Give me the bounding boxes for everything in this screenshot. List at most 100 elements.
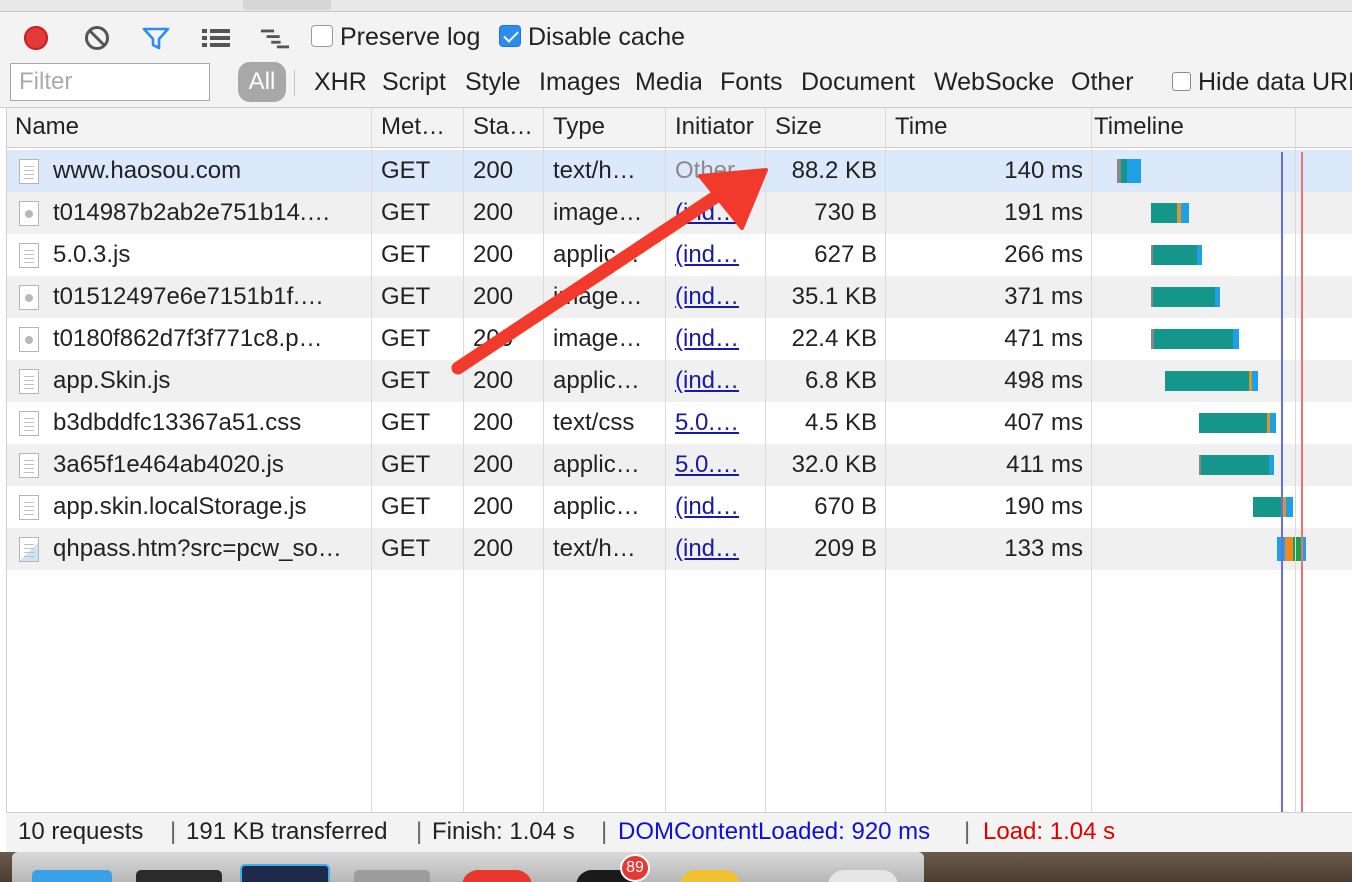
- large-rows-button[interactable]: [201, 24, 231, 52]
- column-header-name[interactable]: Name: [15, 113, 365, 141]
- column-header-type[interactable]: Type: [553, 113, 663, 141]
- table-row[interactable]: t014987b2ab2e751b14.… GET 200 image… (ind… 73…: [7, 192, 1352, 234]
- timeline-bar: [1286, 497, 1293, 517]
- column-divider[interactable]: [371, 108, 372, 812]
- load-time: Load: 1.04 s: [983, 818, 1116, 845]
- filter-type-document[interactable]: Document: [801, 68, 915, 97]
- request-size: 88.2 KB: [791, 157, 877, 184]
- filter-type-websocket[interactable]: WebSocket: [934, 68, 1053, 97]
- filter-toggle-button[interactable]: [141, 24, 171, 52]
- record-icon: [24, 26, 48, 50]
- app-icon[interactable]: [680, 870, 740, 882]
- column-header-size[interactable]: Size: [775, 113, 885, 141]
- column-header-status[interactable]: Status: [473, 113, 539, 141]
- finder-app-icon[interactable]: [32, 870, 112, 882]
- table-row[interactable]: qhpass.htm?src=pcw_so… GET 200 text/h… (ind……: [7, 528, 1352, 570]
- timeline-bar: [1270, 413, 1276, 433]
- column-divider[interactable]: [665, 108, 666, 812]
- table-row[interactable]: t0180f862d7f3f771c8.p… GET 200 image… (ind… 2…: [7, 318, 1352, 360]
- column-divider[interactable]: [543, 108, 544, 812]
- request-initiator[interactable]: 5.0.…: [675, 451, 759, 479]
- record-button[interactable]: [21, 24, 51, 52]
- app-icon[interactable]: [828, 870, 898, 882]
- column-header-method[interactable]: Method: [381, 113, 451, 141]
- request-method: GET: [381, 535, 431, 562]
- filter-divider: [294, 70, 295, 96]
- request-name: t0180f862d7f3f771c8.p…: [53, 325, 323, 352]
- request-initiator[interactable]: (ind…: [675, 241, 759, 269]
- request-initiator[interactable]: (ind…: [675, 367, 759, 395]
- clear-icon: [85, 26, 109, 50]
- timeline-bar: [1165, 371, 1249, 391]
- request-initiator[interactable]: (ind…: [675, 283, 759, 311]
- column-header-timeline[interactable]: Timeline: [1094, 113, 1284, 141]
- column-divider[interactable]: [1091, 108, 1092, 812]
- app-icon[interactable]: [462, 870, 532, 882]
- request-initiator[interactable]: 5.0.…: [675, 409, 759, 437]
- column-divider[interactable]: [885, 108, 886, 812]
- request-initiator: Other: [675, 157, 736, 184]
- request-method: GET: [381, 199, 431, 226]
- table-row[interactable]: app.skin.localStorage.js GET 200 applic… (in…: [7, 486, 1352, 528]
- column-divider[interactable]: [463, 108, 464, 812]
- status-separator: |: [416, 818, 423, 845]
- request-time: 471 ms: [1004, 325, 1083, 352]
- request-name: t01512497e6e7151b1f.…: [53, 283, 324, 310]
- window-top-strip: [0, 0, 1352, 12]
- table-header: Name Method Status Type Initiator Size T…: [7, 108, 1352, 148]
- filter-type-all[interactable]: All: [238, 62, 286, 102]
- request-status: 200: [473, 199, 514, 226]
- timeline-bar: [1303, 537, 1306, 561]
- window-tab[interactable]: [243, 0, 331, 10]
- timeline-bar: [1181, 203, 1189, 223]
- table-row[interactable]: 3a65f1e464ab4020.js GET 200 applic… 5.0.… 32.…: [7, 444, 1352, 486]
- filter-type-fonts[interactable]: Fonts: [720, 68, 783, 97]
- request-initiator[interactable]: (ind…: [675, 325, 759, 353]
- table-row[interactable]: www.haosou.com GET 200 text/h… Other 88.2 KB 1…: [7, 150, 1352, 192]
- timeline-bar: [1153, 287, 1215, 307]
- table-row[interactable]: t01512497e6e7151b1f.… GET 200 image… (ind… 35…: [7, 276, 1352, 318]
- disable-cache-checkbox[interactable]: [499, 25, 521, 47]
- request-status: 200: [473, 409, 514, 436]
- request-status: 200: [473, 283, 514, 310]
- notification-badge: 89: [620, 854, 650, 882]
- table-row[interactable]: b3dbddfc13367a51.css GET 200 text/css 5.0.… 4…: [7, 402, 1352, 444]
- request-initiator[interactable]: (ind…: [675, 493, 759, 521]
- filter-type-script[interactable]: Script: [382, 68, 448, 97]
- filter-type-images[interactable]: Images: [539, 68, 619, 97]
- request-type: applic…: [553, 367, 640, 394]
- request-method: GET: [381, 493, 431, 520]
- overview-button[interactable]: [260, 24, 290, 52]
- clear-button[interactable]: [82, 24, 112, 52]
- request-status: 200: [473, 535, 514, 562]
- table-row[interactable]: app.Skin.js GET 200 applic… (ind… 6.8 KB 498 m…: [7, 360, 1352, 402]
- hide-data-urls-checkbox[interactable]: [1172, 72, 1191, 91]
- column-header-initiator[interactable]: Initiator: [675, 113, 759, 141]
- column-header-time[interactable]: Time: [895, 113, 1085, 141]
- filter-input[interactable]: [10, 63, 210, 101]
- table-row[interactable]: 5.0.3.js GET 200 applic… (ind… 627 B 266 ms: [7, 234, 1352, 276]
- image-icon: [19, 327, 39, 352]
- filter-type-xhr[interactable]: XHR: [314, 68, 367, 97]
- filter-type-media[interactable]: Media: [635, 68, 701, 97]
- active-app-icon[interactable]: [240, 864, 330, 882]
- column-divider[interactable]: [765, 108, 766, 812]
- request-method: GET: [381, 241, 431, 268]
- filter-type-style[interactable]: Style: [465, 68, 521, 97]
- request-name: t014987b2ab2e751b14.…: [53, 199, 331, 226]
- preserve-log-label: Preserve log: [340, 23, 481, 51]
- request-size: 209 B: [814, 535, 877, 562]
- request-initiator[interactable]: (ind…: [675, 535, 759, 563]
- app-icon[interactable]: [354, 870, 430, 882]
- dom-content-loaded-time: DOMContentLoaded: 920 ms: [618, 818, 931, 845]
- status-separator: |: [601, 818, 608, 845]
- request-type: image…: [553, 283, 643, 310]
- request-initiator[interactable]: (ind…: [675, 199, 759, 227]
- filter-type-other[interactable]: Other: [1071, 68, 1135, 97]
- document-icon: [19, 159, 39, 184]
- request-time: 371 ms: [1004, 283, 1083, 310]
- timeline-bar: [1154, 329, 1233, 349]
- terminal-app-icon[interactable]: [136, 870, 222, 882]
- timeline-bar: [1197, 245, 1202, 265]
- preserve-log-checkbox[interactable]: [311, 25, 333, 47]
